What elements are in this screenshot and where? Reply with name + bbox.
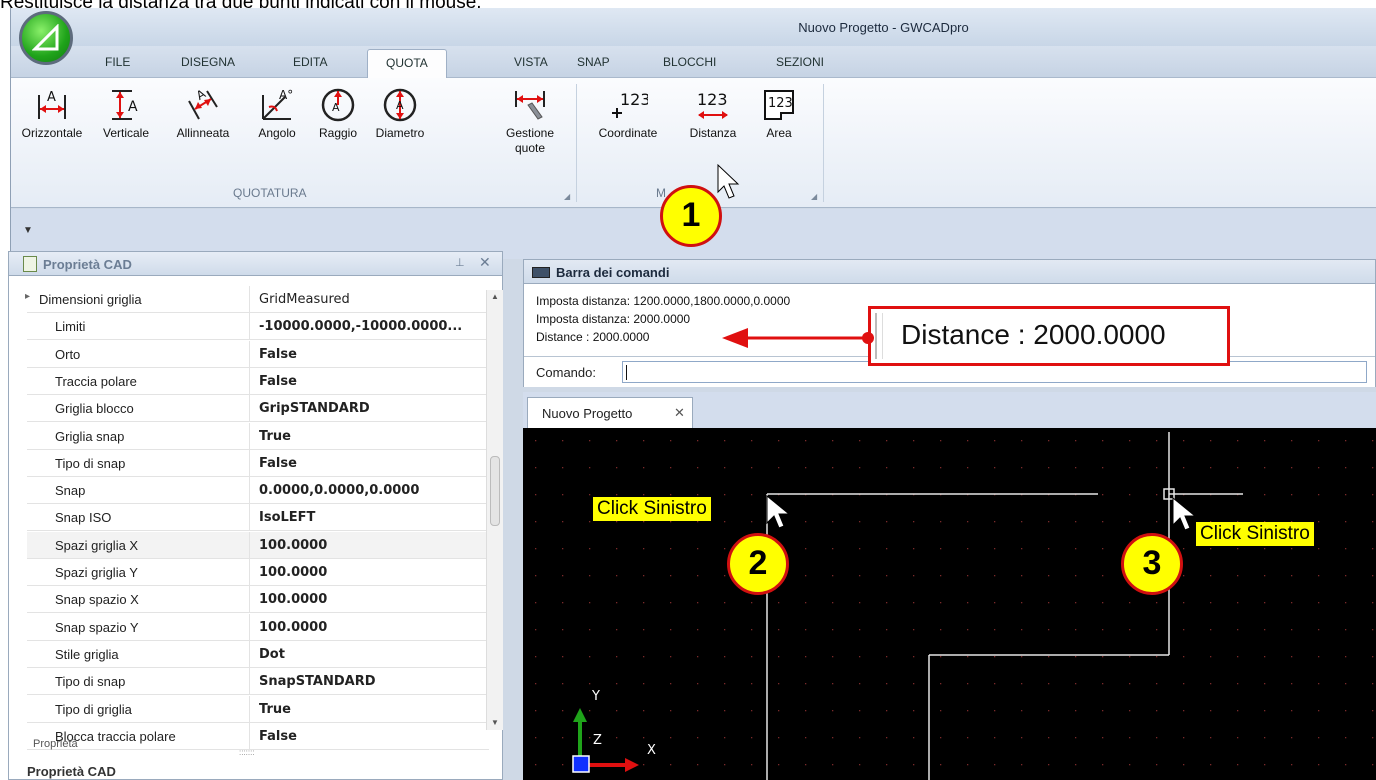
step-badge-1: 1 (660, 185, 722, 247)
callout-arrowhead (722, 328, 748, 348)
click-left-label: Click Sinistro (593, 497, 711, 521)
app-logo-icon (32, 24, 59, 51)
annotation-layer (717, 163, 874, 348)
click-left-label: Click Sinistro (1196, 522, 1314, 546)
step-badge-3: 3 (1121, 533, 1183, 595)
mouse-cursor-icon (717, 163, 740, 199)
callout-anchor-dot (862, 332, 874, 344)
step-badge-2: 2 (727, 533, 789, 595)
app-logo-button[interactable] (19, 11, 73, 65)
